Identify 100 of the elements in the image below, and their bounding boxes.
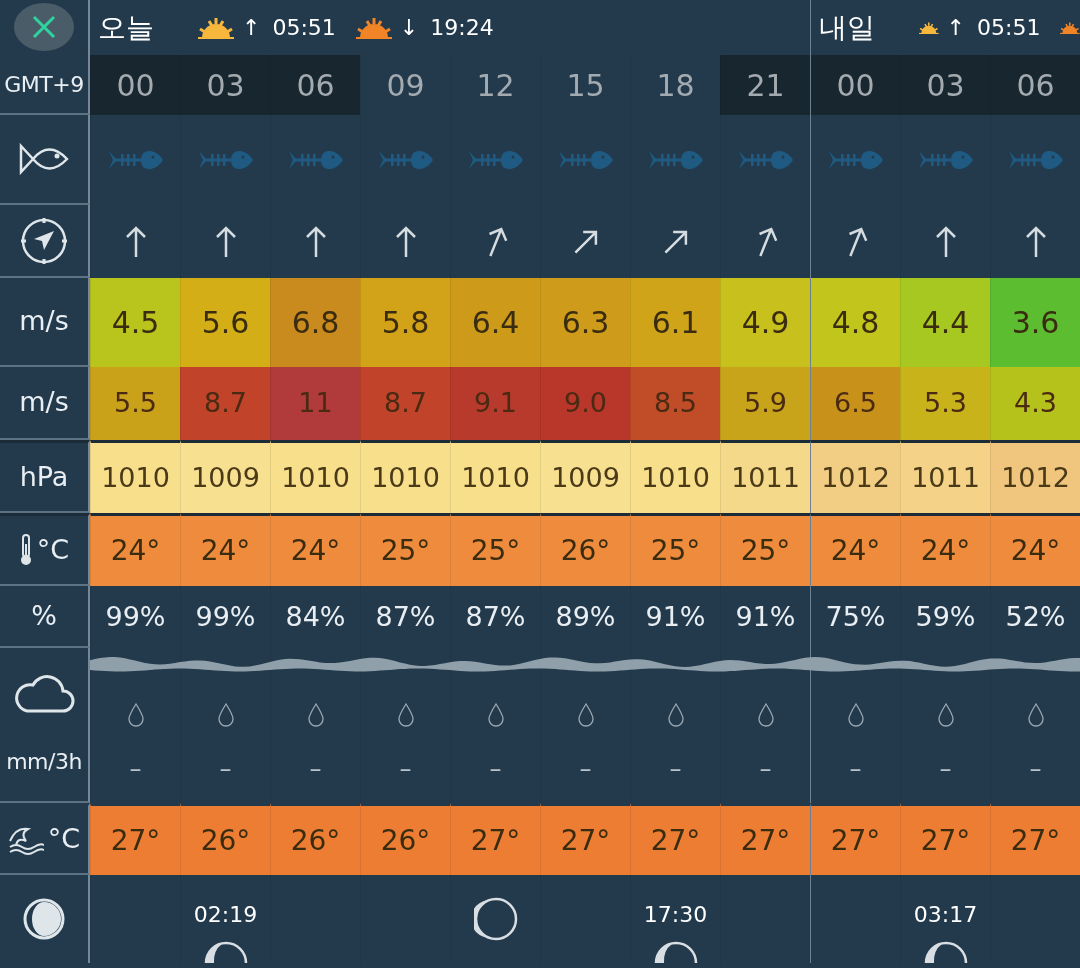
humidity-value: 52% [1005,599,1066,634]
value-cell: 5.3 [900,367,990,440]
temperature-cell: 24° [990,513,1080,586]
value-cell: 8.7 [180,367,270,440]
arrow-glyph: ↑ [946,14,965,42]
humidity-value: 91% [735,599,796,634]
hour-cell: 00 [810,55,900,115]
rain-value: – [939,754,952,785]
value-cell: 5.6 [180,278,270,367]
arrow-glyph: ↓ [399,14,419,42]
sea-temperature-cell: 27° [540,803,630,875]
value-cell: 5.5 [90,367,180,440]
value-cell: 1010 [630,440,720,513]
moon-phase-icon [22,897,66,941]
unit-label: mm/3h [6,748,82,776]
sea-temperature-cell: 27° [990,803,1080,875]
fishbone-icon [648,149,703,171]
sun-time: 19:24 [430,14,494,42]
value-cell: 8.5 [630,367,720,440]
sea-temperature-cell: 26° [270,803,360,875]
raindrop-icon [847,703,864,727]
humidity-value: 99% [105,599,166,634]
humidity-value: 99% [195,599,256,634]
value-cell: 6.1 [630,278,720,367]
rain-value: – [669,754,682,785]
sea-temperature-cell: 27° [450,803,540,875]
unit-label: % [0,586,90,648]
value-cell: 6.8 [270,278,360,367]
humidity-value: 91% [645,599,706,634]
hour-cell: 03 [900,55,990,115]
hour-cell: 06 [990,55,1080,115]
humidity-value: 87% [465,599,526,634]
hour-cell: 21 [720,55,810,115]
temperature-cell: 25° [720,513,810,586]
unit-label: °C [47,822,81,857]
value-cell: 4.4 [900,278,990,367]
temperature-cell: 24° [90,513,180,586]
sun-time: 05:51 [272,14,336,42]
value-cell: 1009 [540,440,630,513]
fishbone-icon [288,149,343,171]
unit-label: °C [36,532,70,567]
moonrise-time: 02:19 [193,901,258,929]
raindrop-icon [757,703,774,727]
value-cell: 6.4 [450,278,540,367]
sun-time: 05:51 [977,14,1041,42]
moonrise-time: 03:17 [913,901,978,929]
fishbone-icon [1008,149,1063,171]
rain-value: – [759,754,772,785]
temperature-cell: 25° [450,513,540,586]
rain-value: – [309,754,322,785]
value-cell: 3.6 [990,278,1080,367]
sunset-icon [355,15,392,40]
raindrop-icon [127,703,144,727]
sea-temperature-cell: 26° [360,803,450,875]
value-cell: 4.5 [90,278,180,367]
arrow-glyph: ↑ [242,14,261,42]
raindrop-icon [667,703,684,727]
rain-value: – [219,754,232,785]
rain-value: – [399,754,412,785]
value-cell: 1011 [900,440,990,513]
sea-temperature-cell: 27° [90,803,180,875]
value-cell: 5.8 [360,278,450,367]
moonrise-time: 17:30 [643,901,708,929]
hour-cell: 15 [540,55,630,115]
value-cell: 4.3 [990,367,1080,440]
value-cell: 1012 [810,440,900,513]
raindrop-icon [217,703,234,727]
value-cell: 5.9 [720,367,810,440]
value-cell: 1010 [450,440,540,513]
value-cell: 1010 [360,440,450,513]
value-cell: 9.0 [540,367,630,440]
fishbone-icon [198,149,253,171]
humidity-value: 59% [915,599,976,634]
compass-icon [20,216,68,265]
fishbone-icon [468,149,523,171]
hour-cell: 12 [450,55,540,115]
value-cell: 9.1 [450,367,540,440]
sunrise-icon [198,15,234,40]
value-cell: 1009 [180,440,270,513]
rain-value: – [579,754,592,785]
raindrop-icon [1027,703,1044,727]
thermometer-icon [18,534,33,566]
raindrop-icon [937,703,954,727]
day-label: 내일 [819,9,875,46]
sea-temperature-cell: 27° [630,803,720,875]
value-cell: 1012 [990,440,1080,513]
day-label: 오늘 [98,9,154,46]
raindrop-icon [487,703,504,727]
rain-value: – [1029,754,1042,785]
humidity-value: 75% [825,599,886,634]
fishbone-icon [738,149,793,171]
value-cell: 1011 [720,440,810,513]
raindrop-icon [397,703,414,727]
raindrop-icon [577,703,594,727]
moon-icon [473,895,518,943]
close-button[interactable] [14,3,74,51]
rain-value: – [129,754,142,785]
humidity-value: 89% [555,599,616,634]
close-icon [31,14,57,40]
temperature-cell: 24° [180,513,270,586]
